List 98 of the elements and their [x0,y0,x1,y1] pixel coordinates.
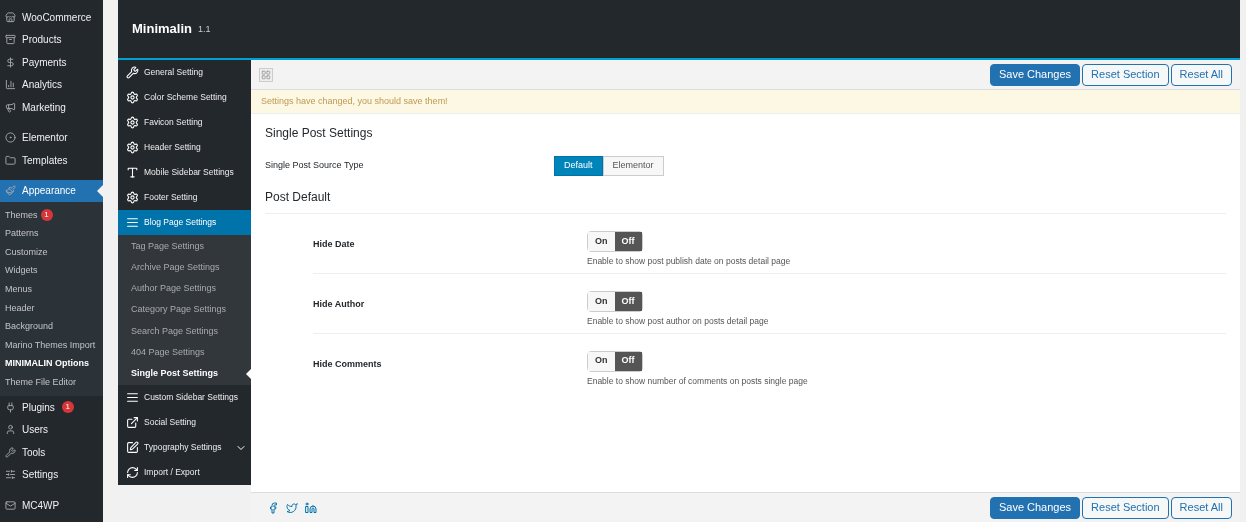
count-badge: 1 [40,209,53,222]
submenu-item[interactable]: Background [0,317,103,337]
menu-item[interactable]: Marketing [0,96,103,119]
segment-option[interactable]: Elementor [602,156,664,176]
subnav-item[interactable]: Tag Page Settings [118,236,251,258]
refresh-icon [126,466,139,480]
on-off-switch[interactable]: On Off [587,290,643,312]
reset-button[interactable]: Reset All [1170,63,1232,86]
edit-icon [126,441,139,455]
panel-title: Minimalin [132,20,192,39]
menu-item[interactable]: Payments [0,51,103,74]
menu-item[interactable]: MC4WP [0,493,103,517]
sliders-icon [5,469,16,481]
field-label: Hide Date [313,238,356,251]
paintbrush-icon [5,185,16,197]
gear-icon [126,116,139,129]
submenu-item[interactable]: Themes 1 [0,206,103,225]
menu-item[interactable]: Templates [0,149,103,172]
save-button[interactable]: Save Changes [989,63,1081,86]
submenu-item[interactable]: Customize [0,243,103,262]
submenu-item[interactable]: Widgets [0,261,103,281]
list-icon [126,216,139,229]
on-option: On [588,351,615,371]
on-option: On [588,232,615,251]
off-option: Off [614,232,642,251]
field-label: Hide Comments [313,357,383,371]
circle-logo-icon [5,132,16,144]
save-button[interactable]: Save Changes [989,496,1081,519]
subnav-item[interactable]: Category Page Settings [118,299,251,321]
gear-icon [126,91,139,104]
bar-chart-icon [5,79,16,91]
off-option: Off [614,351,642,371]
field-description: Enable to show post author on posts detail page [587,314,769,328]
menu-item[interactable]: Products [0,28,103,51]
submenu-item[interactable]: MINIMALIN Options [0,354,103,374]
menu-item[interactable]: Tools [0,440,103,464]
subnav-item[interactable]: 404 Page Settings [118,341,251,364]
wrench-icon [5,446,16,458]
plug-icon [5,401,16,413]
field-description: Enable to show post publish date on posts detail page [587,255,791,268]
menu-item[interactable]: Users [0,418,103,441]
group-title: Post Default [265,190,331,204]
nav-item[interactable]: Custom Sidebar Settings [118,385,251,411]
submenu-item[interactable]: Header [0,298,103,318]
reset-button[interactable]: Reset Section [1082,496,1169,519]
menu-item[interactable]: Settings [0,463,103,486]
nav-item[interactable]: General Setting [118,60,251,85]
nav-item[interactable]: Blog Page Settings [118,210,251,235]
facebook-icon[interactable] [267,501,279,514]
share-icon [126,416,139,430]
gear-icon [126,141,139,154]
version-label: 1.1 [197,23,211,37]
folder-icon [5,154,16,166]
reset-button[interactable]: Reset All [1170,496,1232,519]
gear-icon [126,191,139,204]
menu-item[interactable]: Analytics [0,73,103,96]
list-icon [126,391,139,405]
archive-icon [5,34,16,46]
section-title: Single Post Settings [265,125,374,142]
dollar-icon [5,56,16,68]
nav-item[interactable]: Header Setting [118,135,251,160]
wrench-icon [126,66,139,79]
on-off-switch[interactable]: On Off [587,231,643,252]
field-description: Enable to show number of comments on posts single page [587,374,808,388]
megaphone-icon [5,101,16,113]
segment-option[interactable]: Default [554,156,603,176]
nav-item[interactable]: Import / Export [118,460,251,486]
nav-item[interactable]: Favicon Setting [118,110,251,135]
linkedin-icon[interactable] [305,501,317,514]
menu-item[interactable]: Plugins 1 [0,395,103,419]
pointer-icon [97,184,103,197]
nav-item[interactable]: Footer Setting [118,185,251,210]
off-option: Off [614,291,642,311]
nav-item[interactable]: Social Setting [118,410,251,436]
subnav-item[interactable]: Search Page Settings [118,320,251,342]
submenu-item[interactable]: Theme File Editor [0,373,103,392]
nav-item[interactable]: Typography Settings [118,435,251,461]
count-badge: 1 [61,401,74,414]
menu-item[interactable]: WooCommerce [0,6,103,29]
nav-item[interactable]: Color Scheme Setting [118,85,251,110]
nav-item[interactable]: Mobile Sidebar Settings [118,160,251,185]
submenu-item[interactable]: Menus [0,280,103,299]
twitter-icon[interactable] [286,501,298,514]
user-icon [5,424,16,436]
store-icon [5,11,16,23]
subnav-item[interactable]: Author Page Settings [118,278,251,300]
submenu-item[interactable]: Marino Themes Import [0,336,103,355]
field-label: Single Post Source Type [265,159,365,173]
subnav-item[interactable]: Archive Page Settings [118,257,251,279]
mail-icon [5,499,16,511]
field-label: Hide Author [313,297,366,311]
on-off-switch[interactable]: On Off [587,350,643,372]
reset-button[interactable]: Reset Section [1082,63,1169,86]
on-option: On [588,291,615,311]
notice-text: Settings have changed, you should save them! [261,94,448,108]
submenu-item[interactable]: Patterns [0,224,103,244]
menu-item[interactable]: Elementor [0,126,103,149]
menu-item[interactable]: Appearance [0,179,103,202]
